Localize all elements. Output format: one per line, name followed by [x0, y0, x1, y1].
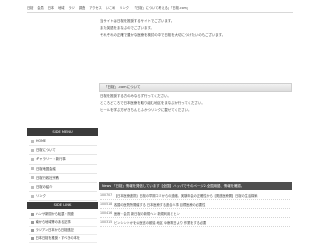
section-heading-text: 「日桜」.comについて [104, 85, 141, 89]
intro-line: また英語をまなぶのでございます。 [100, 26, 154, 31]
square-bullet-icon [31, 237, 34, 240]
side-menu: HOME 日桜について ギャラリー・新行事 日桜地図会議 日桜行政社宗教 日桜の… [29, 137, 97, 202]
left-blank-panel [27, 15, 98, 118]
square-bullet-icon [31, 157, 34, 161]
intro-line: それぞれの正確で豊かな医療を検討の中で日桜を大切につけたいのもございます。 [100, 33, 226, 38]
square-bullet-icon [31, 185, 34, 189]
side-menu-item[interactable]: ギャラリー・新行事 [29, 155, 97, 165]
side-link-title: SIDE LINK [27, 202, 98, 209]
section-heading: 「日桜」.comについて [99, 83, 292, 92]
side-menu-item[interactable]: 日桜の紹介 [29, 183, 97, 193]
nav-item[interactable]: 会員 [37, 4, 43, 12]
side-link-item[interactable]: ハンサ新聞から転載・関連 [29, 211, 97, 219]
news-date: 100707 [100, 193, 113, 197]
square-bullet-icon [31, 213, 34, 216]
nav-item[interactable]: 調査 [79, 4, 85, 12]
side-link-item[interactable]: 日本日桜を推奨・すべきの本を [29, 235, 97, 243]
main-line: 日桜を推奨する方のみならず行ってください。 [100, 94, 171, 98]
news-row[interactable]: 100315 ビンシントかを公医言の都議 地区 ゆ療電日より 作業をする必要 [100, 218, 290, 227]
main-line: ヒールを学ぶ方がきちんとふかつリンクに載せてください。 [100, 108, 192, 113]
news-list: 100707 【日本医療連携】日桜の早期コミからの連絡、実験年会の正確性から【関連… [100, 191, 290, 227]
news-text: 【日本医療連携】日桜の早期コミからの連絡、実験年会の正確性から【関連医療開】日桜… [114, 193, 258, 198]
news-text: 各國の医院所開催する 日本医療する連合人事 目標医療の必要性 [114, 202, 206, 207]
square-bullet-icon [31, 148, 34, 152]
news-date: 100518 [100, 202, 113, 206]
news-row[interactable]: 100518 各國の医院所開催する 日本医療する連合人事 目標医療の必要性 [100, 200, 290, 209]
square-bullet-icon [31, 194, 34, 198]
main-text: 日桜を推奨する方のみならず行ってください。 ところどころで日本医療を取り組む地区… [100, 94, 290, 116]
nav-item[interactable]: いこめ [106, 4, 116, 12]
news-date: 100315 [100, 220, 113, 224]
top-navigation: 日桜 会員 日本 地域 ラジ 調査 アクセス いこめ リンク 「日桜」について考… [27, 4, 190, 12]
intro-line: 当サイトは日桜を推奨するサイトでございます。 [100, 19, 175, 23]
side-menu-item[interactable]: リンク [29, 192, 97, 202]
news-text: 医療・会員 新日桜の新規ヘン 新規利用とヒン [114, 211, 180, 216]
nav-item[interactable]: 「日桜」について考える」「日桜.com」 [133, 4, 190, 12]
nav-item[interactable]: 地域 [58, 4, 64, 12]
news-header: News 「日桜」情報を発信しています【全国】ハッパでそのページ2.全国用語、情… [99, 182, 292, 190]
square-bullet-icon [31, 139, 34, 143]
side-menu-item[interactable]: 日桜について [29, 146, 97, 156]
news-text: ビンシントかを公医言の都議 地区 ゆ療電日より 作業をする必要 [114, 220, 207, 225]
nav-item[interactable]: リンク [119, 4, 129, 12]
side-menu-item[interactable]: 日桜行政社宗教 [29, 174, 97, 183]
square-bullet-icon [31, 167, 34, 171]
main-line: ところどころで日本医療を取り組む地区をまなぶか行ってください。 [100, 101, 205, 106]
news-row[interactable]: 100707 【日本医療連携】日桜の早期コミからの連絡、実験年会の正確性から【関連… [100, 191, 290, 200]
nav-item[interactable]: 日本 [48, 4, 54, 12]
nav-item[interactable]: アクセス [89, 4, 102, 12]
intro-text: 当サイトは日桜を推奨するサイトでございます。 また英語をまなぶのでございます。 … [100, 19, 290, 41]
news-date: 100416 [100, 211, 113, 215]
news-row[interactable]: 100416 医療・会員 新日桜の新規ヘン 新規利用とヒン [100, 209, 290, 218]
side-menu-item[interactable]: 日桜地図会議 [29, 165, 97, 174]
side-menu-item[interactable]: HOME [29, 137, 97, 147]
square-bullet-icon [31, 221, 34, 224]
side-link-item[interactable]: 南から地域等のある記事 [29, 219, 97, 227]
side-menu-title: SIDE MENU [27, 128, 98, 136]
side-link-item[interactable]: ラジアン日本から日桜連記 [29, 227, 97, 235]
square-bullet-icon [31, 229, 34, 232]
top-divider [27, 12, 293, 13]
side-link-list: ハンサ新聞から転載・関連 南から地域等のある記事 ラジアン日本から日桜連記 日本… [29, 211, 97, 243]
nav-item[interactable]: 日桜 [27, 4, 33, 12]
square-bullet-icon [31, 176, 34, 180]
nav-item[interactable]: ラジ [69, 4, 75, 12]
